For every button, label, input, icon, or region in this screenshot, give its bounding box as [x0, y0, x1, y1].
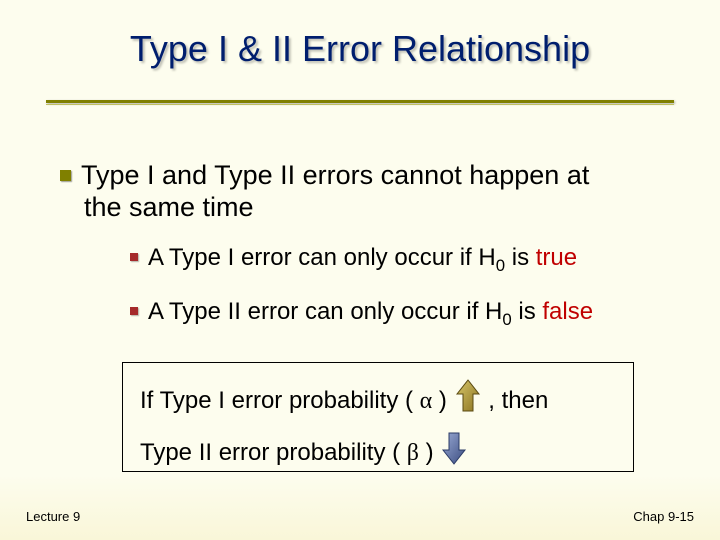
bullet-level1-cont: the same time — [84, 192, 254, 223]
box-line2: Type II error probability ( β ) — [140, 430, 468, 473]
title-underline — [46, 100, 674, 103]
bullet-square-small-icon — [130, 253, 138, 261]
b2b-sub: 0 — [502, 310, 511, 329]
box1-pre: If Type I error probability ( — [140, 387, 420, 414]
title-underline-light — [46, 104, 674, 105]
arrow-down-icon — [440, 430, 468, 473]
bullet-level1: Type I and Type II errors cannot happen … — [60, 160, 589, 191]
bullet-square-small-icon — [130, 307, 138, 315]
footer-right: Chap 9-15 — [633, 509, 694, 524]
b2a-sub: 0 — [496, 256, 505, 275]
alpha-symbol: α — [420, 388, 433, 414]
box1-end: , then — [482, 387, 549, 414]
slide: Type I & II Error Relationship Type I an… — [0, 0, 720, 540]
b2b-pre: A Type II error can only occur if H — [148, 298, 502, 325]
bullet-text-line1: Type I and Type II errors cannot happen … — [81, 160, 589, 190]
footer-left: Lecture 9 — [26, 509, 80, 524]
b2b-keyword: false — [542, 298, 593, 325]
bullet-level2-a: A Type I error can only occur if H0 is t… — [130, 244, 577, 276]
b2b-mid: is — [512, 298, 543, 325]
b2a-mid: is — [505, 244, 536, 271]
bullet-level2-b: A Type II error can only occur if H0 is … — [130, 298, 593, 330]
box2-pre: Type II error probability ( — [140, 439, 407, 466]
bullet-square-icon — [60, 170, 71, 181]
box-line1: If Type I error probability ( α ) , then — [140, 378, 548, 421]
b2a-pre: A Type I error can only occur if H — [148, 244, 496, 271]
bullet-text-line2: the same time — [84, 192, 254, 222]
box1-post: ) — [432, 387, 453, 414]
box2-post: ) — [419, 439, 440, 466]
beta-symbol: β — [407, 440, 419, 466]
b2a-keyword: true — [536, 244, 577, 271]
slide-title: Type I & II Error Relationship — [0, 28, 720, 70]
arrow-up-icon — [454, 378, 482, 421]
